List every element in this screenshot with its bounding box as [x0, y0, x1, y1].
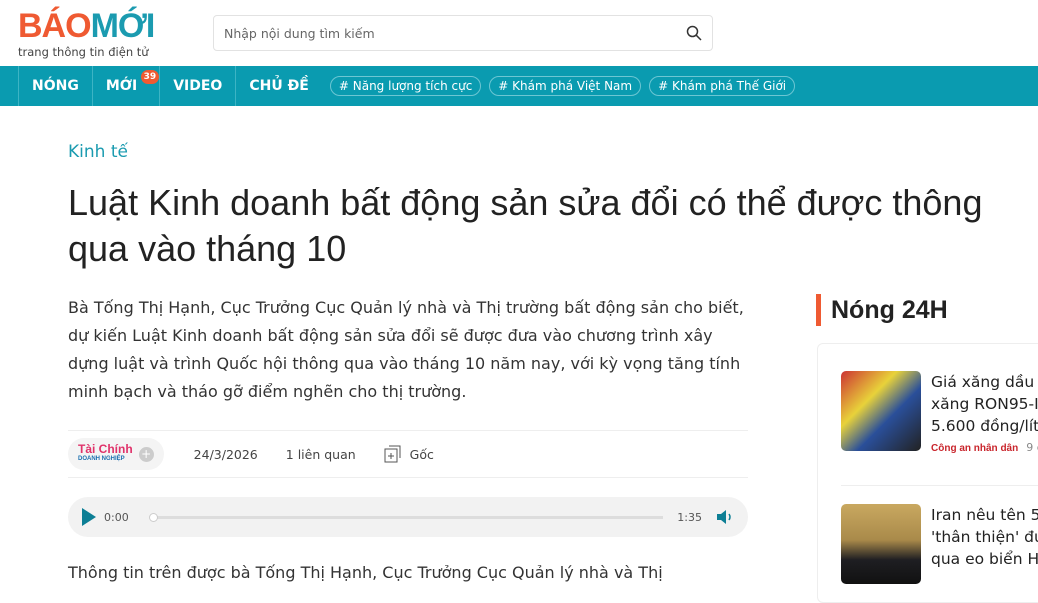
audio-seek-bar[interactable]	[148, 512, 664, 522]
article-meta: Tài Chính DOANH NGHIỆP + 24/3/2026 1 liên…	[68, 430, 748, 478]
main-nav: NÓNG MỚI 39 VIDEO CHỦ ĐỀ # Năng lượng tíc…	[0, 66, 1038, 106]
news-thumbnail[interactable]	[841, 504, 921, 584]
original-link[interactable]: Gốc	[410, 447, 434, 462]
search-input[interactable]	[224, 25, 686, 41]
article-lead: Bà Tống Thị Hạnh, Cục Trưởng Cục Quản lý…	[68, 298, 744, 401]
source-chip[interactable]: Tài Chính DOANH NGHIỆP +	[68, 438, 164, 470]
play-icon[interactable]	[82, 508, 96, 526]
news-item[interactable]: Giá xăng dầu xăng RON95-I 5.600 đồng/lít…	[841, 371, 1038, 454]
news-time: 9 giờ	[1026, 441, 1038, 454]
logo-text-b: MỚI	[90, 7, 156, 45]
nav-new-label: MỚI	[105, 78, 138, 94]
news-thumbnail[interactable]	[841, 371, 921, 451]
sidebar-title: Nóng 24H	[816, 294, 948, 326]
nav-hot[interactable]: NÓNG	[18, 66, 92, 106]
search-icon[interactable]	[686, 25, 702, 41]
audio-current-time: 0:00	[104, 510, 129, 524]
nav-video[interactable]: VIDEO	[159, 66, 235, 106]
article-body: Thông tin trên được bà Tống Thị Hạnh, Cụ…	[68, 563, 663, 582]
volume-icon[interactable]	[716, 509, 734, 525]
seek-handle[interactable]	[148, 512, 158, 522]
tag-explore-world[interactable]: # Khám phá Thế Giới	[649, 76, 796, 96]
news-title-line[interactable]: Iran nêu tên 5	[931, 504, 1038, 526]
follow-plus-icon[interactable]: +	[138, 446, 154, 462]
new-count-badge: 39	[140, 70, 160, 84]
audio-duration: 1:35	[677, 510, 702, 524]
tag-positive-energy[interactable]: # Năng lượng tích cực	[329, 76, 482, 96]
original-link-icon[interactable]	[384, 445, 402, 463]
news-title-line[interactable]: xăng RON95-I	[931, 393, 1038, 415]
nav-topics[interactable]: CHỦ ĐỀ	[235, 66, 322, 106]
news-title-line[interactable]: qua eo biển H	[931, 548, 1038, 570]
source-logo: Tài Chính DOANH NGHIỆP	[78, 442, 133, 462]
logo-text-a: BÁO	[18, 7, 92, 45]
news-title-line[interactable]: 'thân thiện' đư	[931, 526, 1038, 548]
header: BÁOMỚI trang thông tin điện tử	[0, 0, 1038, 66]
audio-player: 0:00 1:35	[68, 497, 748, 537]
search-box	[213, 15, 713, 51]
tag-explore-vietnam[interactable]: # Khám phá Việt Nam	[489, 76, 642, 96]
publish-date: 24/3/2026	[193, 446, 258, 462]
related-link[interactable]: 1 liên quan	[286, 447, 356, 462]
hot-news-list: Giá xăng dầu xăng RON95-I 5.600 đồng/lít…	[817, 343, 1038, 603]
article-category[interactable]: Kinh tế	[68, 142, 128, 162]
logo[interactable]: BÁOMỚI trang thông tin điện tử	[18, 7, 156, 59]
nav-new[interactable]: MỚI 39	[91, 66, 160, 106]
news-title-line[interactable]: 5.600 đồng/lít	[931, 415, 1038, 437]
divider	[841, 485, 1038, 486]
news-source[interactable]: Công an nhân dân	[931, 443, 1018, 454]
news-title-line[interactable]: Giá xăng dầu	[931, 371, 1038, 393]
news-item[interactable]: Iran nêu tên 5 'thân thiện' đư qua eo bi…	[841, 504, 1038, 584]
article-title: Luật Kinh doanh bất động sản sửa đổi có …	[68, 182, 983, 269]
logo-tagline: trang thông tin điện tử	[18, 45, 149, 59]
